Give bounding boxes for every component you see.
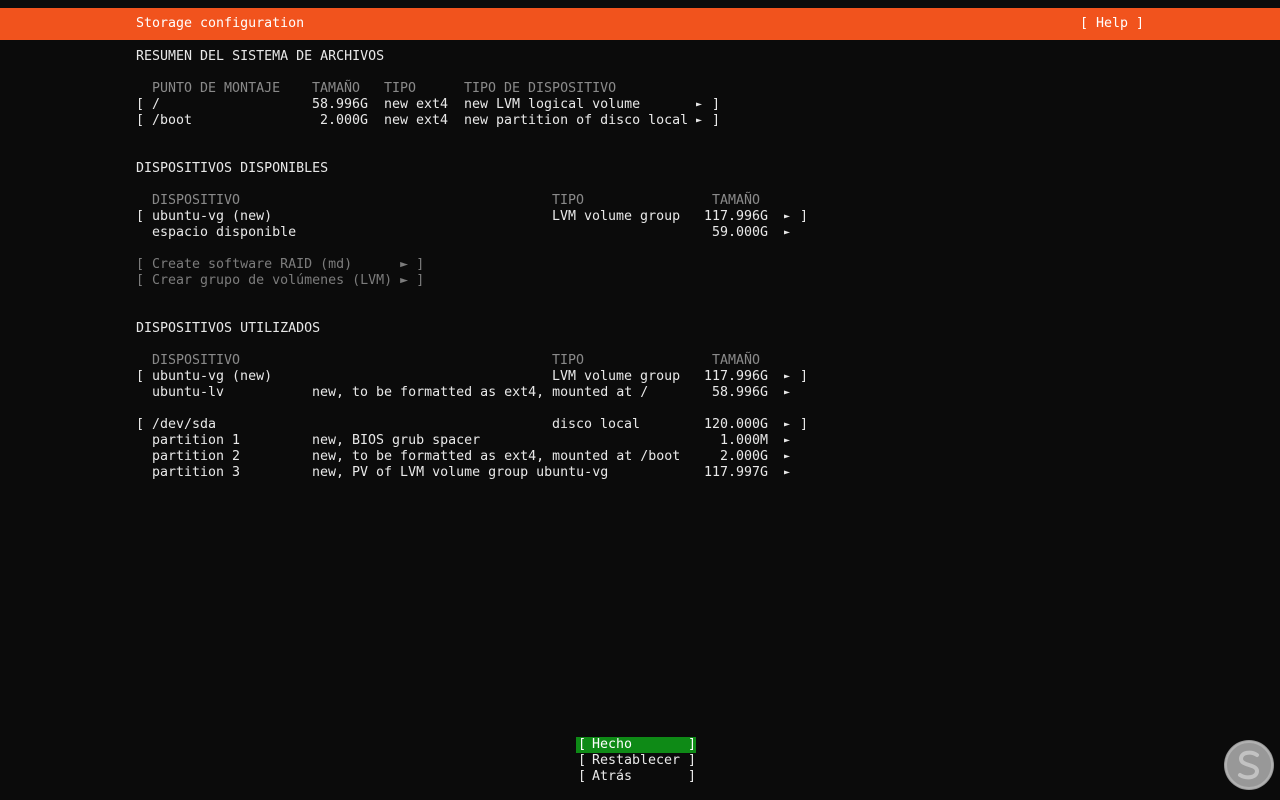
used-row-partition-3[interactable]: partition 3 new, PV of LVM volume group … [0, 465, 1280, 481]
device-name: partition 2 [152, 449, 241, 464]
bracket-open: [ [136, 369, 145, 384]
fs-summary-title: RESUMEN DEL SISTEMA DE ARCHIVOS [136, 49, 385, 64]
size-value: 1.000M [720, 433, 769, 448]
fs-type: new ext4 [384, 97, 449, 112]
fs-summary-header: PUNTO DE MONTAJE TAMAÑO TIPO TIPO DE DIS… [0, 81, 1280, 97]
create-raid-action[interactable]: [ Create software RAID (md) ► ] [136, 257, 424, 273]
available-row-ubuntu-vg[interactable]: [ ubuntu-vg (new) LVM volume group 117.9… [0, 209, 1280, 225]
arrow-right-icon: ► [784, 371, 791, 382]
size-value: 58.996G [312, 97, 369, 112]
button-bracket-open: [ [578, 769, 587, 784]
fs-type: new ext4 [384, 113, 449, 128]
reset-button-label: Restablecer [592, 753, 681, 768]
arrow-right-icon: ► [784, 467, 791, 478]
col-type-header: TIPO [552, 193, 585, 208]
size-value: 59.000G [712, 225, 769, 240]
button-bracket-close: ] [688, 753, 697, 768]
available-title: DISPOSITIVOS DISPONIBLES [136, 161, 329, 176]
col-device-header: DISPOSITIVO [152, 193, 241, 208]
bracket-close: ] [712, 97, 721, 112]
used-row-ubuntu-lv[interactable]: ubuntu-lv new, to be formatted as ext4, … [0, 385, 1280, 401]
device-description: new, to be formatted as ext4, mounted at… [312, 385, 649, 400]
button-bracket-open: [ [578, 737, 587, 752]
used-title: DISPOSITIVOS UTILIZADOS [136, 321, 321, 336]
header-bar: Storage configuration [ Help ] [0, 8, 1280, 40]
device-type: new LVM logical volume [464, 97, 641, 112]
device-description: new, PV of LVM volume group ubuntu-vg [312, 465, 609, 480]
col-size-header: TAMAÑO [712, 193, 761, 208]
page-title: Storage configuration [136, 16, 305, 31]
device-description: new, BIOS grub spacer [312, 433, 481, 448]
available-header: DISPOSITIVO TIPO TAMAÑO [0, 193, 1280, 209]
size-value: 117.997G [704, 465, 769, 480]
device-description: new, to be formatted as ext4, mounted at… [312, 449, 681, 464]
bracket-close: ] [800, 369, 809, 384]
available-row-free-space[interactable]: espacio disponible 59.000G ► [0, 225, 1280, 241]
size-value: 117.996G [704, 209, 769, 224]
help-button[interactable]: [ Help ] [1080, 16, 1144, 31]
arrow-right-icon: ► [696, 99, 703, 110]
mount-point: /boot [152, 113, 193, 128]
button-bracket-open: [ [578, 753, 587, 768]
col-type-header: TIPO [384, 81, 417, 96]
col-mount-header: PUNTO DE MONTAJE [152, 81, 281, 96]
used-header: DISPOSITIVO TIPO TAMAÑO [0, 353, 1280, 369]
done-button[interactable]: [ Hecho ] [576, 737, 696, 753]
device-name: partition 1 [152, 433, 241, 448]
bracket-close: ] [800, 209, 809, 224]
device-name: partition 3 [152, 465, 241, 480]
device-type: LVM volume group [552, 369, 681, 384]
col-type-header: TIPO [552, 353, 585, 368]
arrow-right-icon: ► [784, 435, 791, 446]
device-name: ubuntu-vg (new) [152, 209, 273, 224]
used-row-partition-1[interactable]: partition 1 new, BIOS grub spacer 1.000M… [0, 433, 1280, 449]
arrow-right-icon: ► [784, 451, 791, 462]
arrow-right-icon: ► [784, 419, 791, 430]
done-button-label: Hecho [592, 737, 633, 752]
arrow-right-icon: ► [784, 387, 791, 398]
size-value: 117.996G [704, 369, 769, 384]
used-row-dev-sda[interactable]: [ /dev/sda disco local 120.000G ► ] [0, 417, 1280, 433]
arrow-right-icon: ► [784, 227, 791, 238]
size-value: 58.996G [712, 385, 769, 400]
col-size-header: TAMAÑO [712, 353, 761, 368]
fs-row-boot[interactable]: [ /boot 2.000G new ext4 new partition of… [0, 113, 1280, 129]
bracket-open: [ [136, 209, 145, 224]
col-device-type-header: TIPO DE DISPOSITIVO [464, 81, 617, 96]
installer-screen: Storage configuration [ Help ] RESUMEN D… [0, 0, 1280, 800]
bracket-open: [ [136, 97, 145, 112]
arrow-right-icon: ► [696, 115, 703, 126]
col-size-header: TAMAÑO [312, 81, 361, 96]
bracket-open: [ [136, 417, 145, 432]
used-row-ubuntu-vg[interactable]: [ ubuntu-vg (new) LVM volume group 117.9… [0, 369, 1280, 385]
used-row-partition-2[interactable]: partition 2 new, to be formatted as ext4… [0, 449, 1280, 465]
device-name: ubuntu-lv [152, 385, 225, 400]
device-name: espacio disponible [152, 225, 297, 240]
device-name: ubuntu-vg (new) [152, 369, 273, 384]
button-bracket-close: ] [688, 769, 697, 784]
size-value: 2.000G [320, 113, 369, 128]
bracket-close: ] [800, 417, 809, 432]
back-button-label: Atrás [592, 769, 633, 784]
bracket-open: [ [136, 113, 145, 128]
device-type: LVM volume group [552, 209, 681, 224]
fs-row-root[interactable]: [ / 58.996G new ext4 new LVM logical vol… [0, 97, 1280, 113]
back-button[interactable]: [ Atrás ] [576, 769, 696, 785]
col-device-header: DISPOSITIVO [152, 353, 241, 368]
create-lvm-action[interactable]: [ Crear grupo de volúmenes (LVM) ► ] [136, 273, 424, 289]
device-type: new partition of disco local [464, 113, 689, 128]
bracket-close: ] [712, 113, 721, 128]
device-type: disco local [552, 417, 641, 432]
size-value: 120.000G [704, 417, 769, 432]
button-bracket-close: ] [688, 737, 697, 752]
watermark-logo-icon [1224, 740, 1274, 790]
arrow-right-icon: ► [784, 211, 791, 222]
device-name: /dev/sda [152, 417, 217, 432]
mount-point: / [152, 97, 161, 112]
reset-button[interactable]: [ Restablecer ] [576, 753, 696, 769]
size-value: 2.000G [720, 449, 769, 464]
